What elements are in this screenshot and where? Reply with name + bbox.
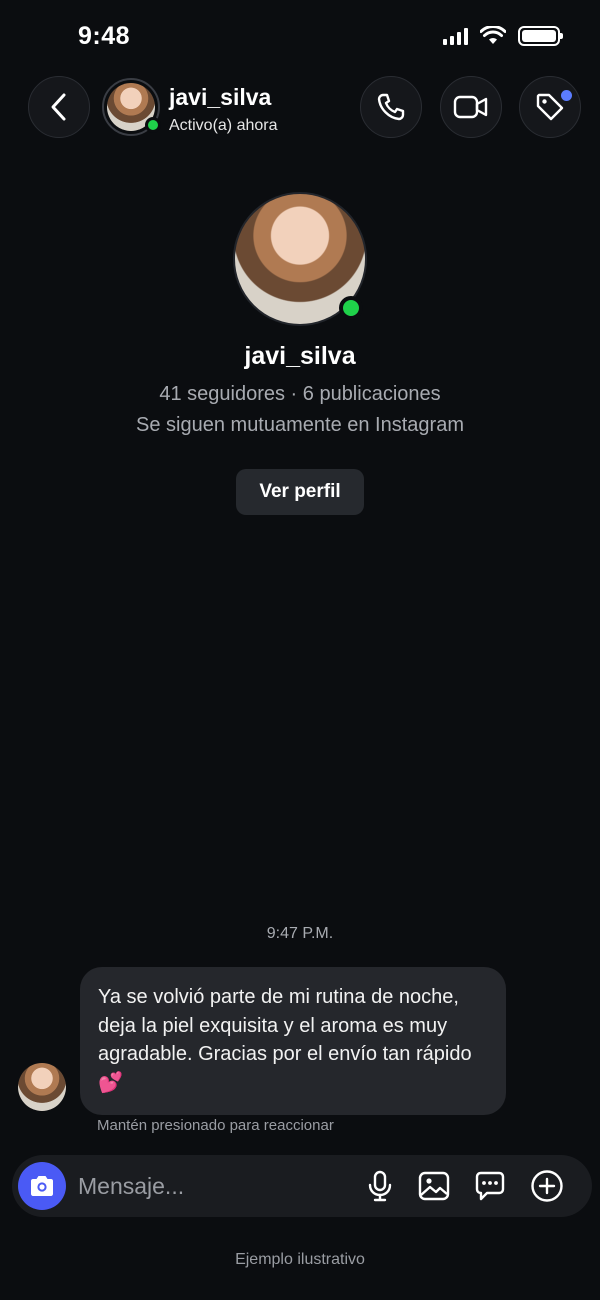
header-avatar[interactable] <box>102 78 161 136</box>
message-timestamp: 9:47 P.M. <box>266 925 334 942</box>
message-input[interactable] <box>78 1168 338 1204</box>
camera-icon <box>31 1176 53 1196</box>
voice-message-button[interactable] <box>363 1169 397 1203</box>
header-status: Activo(a) ahora <box>169 117 278 134</box>
profile-card: javi_silva 41 seguidores · 6 publicacion… <box>0 192 600 515</box>
status-bar: 9:48 <box>0 0 600 70</box>
profile-avatar-wrapper <box>233 192 367 326</box>
online-indicator <box>339 296 363 320</box>
tag-button[interactable] <box>519 76 581 138</box>
back-button[interactable] <box>28 76 90 138</box>
video-icon <box>453 95 488 119</box>
battery-icon <box>518 26 563 46</box>
chat-header: javi_silva Activo(a) ahora <box>0 76 600 140</box>
wifi-icon <box>480 26 506 44</box>
message-bubble[interactable]: Ya se volvió parte de mi rutina de noche… <box>80 967 506 1115</box>
header-username[interactable]: javi_silva <box>169 84 271 111</box>
footer-note: Ejemplo ilustrativo <box>235 1251 365 1268</box>
status-icons <box>443 26 563 46</box>
profile-stats: 41 seguidores · 6 publicaciones <box>159 383 441 405</box>
phone-icon <box>377 93 405 121</box>
view-profile-button[interactable]: Ver perfil <box>236 469 364 515</box>
chevron-left-icon <box>51 93 66 121</box>
video-call-button[interactable] <box>440 76 502 138</box>
online-indicator <box>145 117 161 133</box>
call-button[interactable] <box>360 76 422 138</box>
gallery-button[interactable] <box>417 1169 451 1203</box>
sticker-button[interactable] <box>473 1169 507 1203</box>
cellular-signal-icon <box>443 27 468 45</box>
more-options-button[interactable] <box>530 1169 564 1203</box>
status-time: 9:48 <box>78 22 131 50</box>
notification-dot <box>561 90 572 101</box>
profile-mutual-follow: Se siguen mutuamente en Instagram <box>136 414 464 436</box>
sender-avatar[interactable] <box>18 1063 66 1111</box>
plus-icon <box>531 1170 563 1202</box>
profile-username: javi_silva <box>244 342 356 370</box>
camera-button[interactable] <box>18 1162 66 1210</box>
sticker-icon <box>475 1171 505 1201</box>
message-composer <box>12 1155 592 1217</box>
reaction-hint: Mantén presionado para reaccionar <box>97 1117 334 1134</box>
gallery-icon <box>418 1171 450 1201</box>
microphone-icon <box>368 1170 392 1202</box>
